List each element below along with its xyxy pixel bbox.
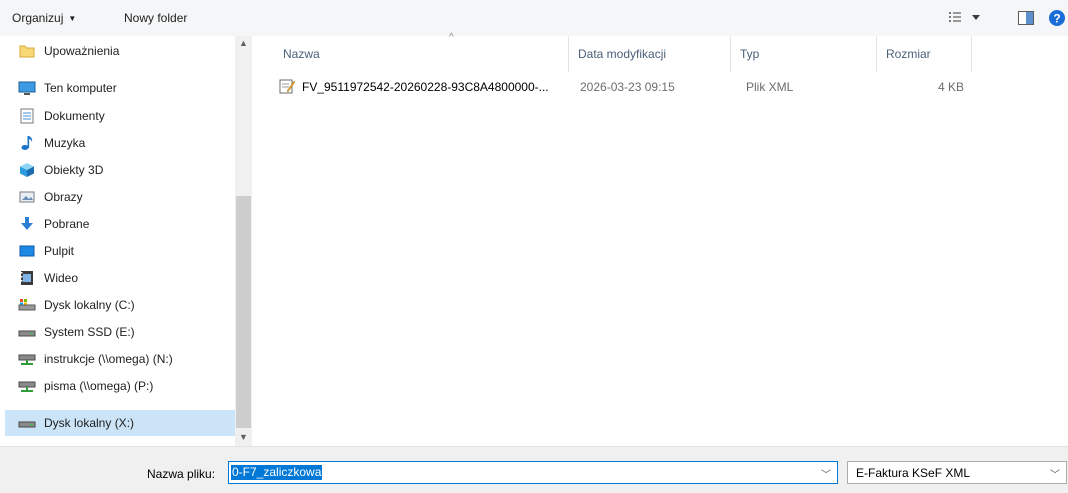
- nav-item-label: Pulpit: [44, 244, 75, 258]
- nav-item-obrazy[interactable]: Obrazy: [5, 184, 235, 210]
- organize-button[interactable]: Organizuj ▼: [12, 11, 76, 25]
- preview-pane-icon: [1018, 11, 1034, 25]
- preview-pane-button[interactable]: [1018, 11, 1034, 28]
- nav-item-wideo[interactable]: Wideo: [5, 265, 235, 291]
- nav-item-ten-komputer[interactable]: Ten komputer: [5, 75, 235, 101]
- nav-item-label: pisma (\\omega) (P:): [44, 379, 154, 393]
- column-header-size[interactable]: Rozmiar: [877, 36, 972, 72]
- download-icon: [18, 216, 36, 232]
- music-icon: [18, 135, 36, 151]
- nav-item-obiekty-3d[interactable]: Obiekty 3D: [5, 157, 235, 183]
- file-type: Plik XML: [746, 80, 794, 94]
- file-name-label: Nazwa pliku:: [147, 467, 216, 481]
- svg-text:?: ?: [1053, 12, 1060, 26]
- scrollbar-thumb[interactable]: [236, 196, 251, 428]
- nav-item-system-ssd[interactable]: System SSD (E:): [5, 319, 235, 345]
- file-name-bar: Nazwa pliku: 0-F7_zaliczkowa ﹀ E-Faktura…: [0, 446, 1068, 493]
- file-size: 4 KB: [937, 80, 964, 94]
- nav-item-label: Upoważnienia: [44, 44, 120, 58]
- file-type-select[interactable]: E-Faktura KSeF XML ﹀: [847, 461, 1067, 484]
- table-row[interactable]: FV_9511972542-20260228-93C8A4800000-... …: [274, 76, 974, 98]
- nav-item-dysk-x[interactable]: Dysk lokalny (X:): [5, 410, 236, 436]
- nav-item-upowaznienia[interactable]: Upoważnienia: [5, 38, 235, 64]
- xml-file-icon: [279, 78, 296, 97]
- file-name-value: 0-F7_zaliczkowa: [231, 465, 323, 480]
- drive-icon: [18, 415, 36, 431]
- scroll-up-icon[interactable]: ▲: [235, 38, 252, 48]
- nav-item-label: Muzyka: [44, 136, 86, 150]
- nav-item-label: Dysk lokalny (X:): [44, 416, 135, 430]
- nav-item-instrukcje[interactable]: instrukcje (\\omega) (N:): [5, 346, 235, 372]
- column-size-label: Rozmiar: [886, 47, 931, 61]
- video-icon: [18, 270, 36, 286]
- file-modified: 2026-03-23 09:15: [580, 80, 675, 94]
- file-name-input[interactable]: 0-F7_zaliczkowa ﹀: [228, 461, 838, 484]
- drive-icon: [18, 324, 36, 340]
- nav-item-dokumenty[interactable]: Dokumenty: [5, 103, 235, 129]
- system-drive-icon: [18, 297, 36, 313]
- nav-item-label: Dokumenty: [44, 109, 105, 123]
- nav-item-label: Obrazy: [44, 190, 83, 204]
- pictures-icon: [18, 189, 36, 205]
- column-header-name[interactable]: ^ Nazwa: [274, 32, 569, 72]
- organize-label: Organizuj: [12, 11, 64, 25]
- help-button[interactable]: ?: [1049, 10, 1065, 29]
- cube-icon: [18, 162, 36, 178]
- file-name: FV_9511972542-20260228-93C8A4800000-...: [302, 80, 549, 94]
- nav-item-label: Pobrane: [44, 217, 90, 231]
- column-name-label: Nazwa: [283, 47, 320, 61]
- toolbar: Organizuj ▼ Nowy folder ?: [0, 0, 1068, 37]
- column-header-type[interactable]: Typ: [731, 36, 877, 72]
- new-folder-button[interactable]: Nowy folder: [124, 11, 187, 25]
- document-icon: [18, 108, 36, 124]
- view-options-button[interactable]: [948, 9, 982, 28]
- navigation-pane: Upoważnienia Ten komputer Dokumenty Muzy…: [0, 36, 252, 446]
- file-list: ^ Nazwa Data modyfikacji Typ Rozmiar FV_…: [252, 32, 1068, 446]
- nav-item-pisma[interactable]: pisma (\\omega) (P:): [5, 373, 235, 399]
- help-icon: ?: [1049, 10, 1065, 26]
- chevron-down-icon[interactable]: ﹀: [821, 466, 831, 481]
- network-drive-icon: [18, 378, 36, 394]
- folder-icon: [18, 43, 36, 59]
- nav-item-dysk-c[interactable]: Dysk lokalny (C:): [5, 292, 235, 318]
- chevron-down-icon: ▼: [68, 14, 77, 23]
- computer-icon: [18, 80, 36, 96]
- column-header-modified[interactable]: Data modyfikacji: [569, 36, 731, 72]
- nav-item-label: instrukcje (\\omega) (N:): [44, 352, 173, 366]
- nav-item-label: Wideo: [44, 271, 79, 285]
- nav-item-label: Dysk lokalny (C:): [44, 298, 135, 312]
- nav-item-label: Obiekty 3D: [44, 163, 104, 177]
- nav-item-muzyka[interactable]: Muzyka: [5, 130, 235, 156]
- column-type-label: Typ: [740, 47, 760, 61]
- navigation-scrollbar[interactable]: ▲ ▼: [235, 36, 252, 446]
- view-list-icon: [949, 12, 980, 22]
- new-folder-label: Nowy folder: [124, 11, 188, 25]
- nav-item-pulpit[interactable]: Pulpit: [5, 238, 235, 264]
- network-drive-icon: [18, 351, 36, 367]
- file-type-value: E-Faktura KSeF XML: [856, 466, 971, 480]
- nav-item-pobrane[interactable]: Pobrane: [5, 211, 235, 237]
- column-modified-label: Data modyfikacji: [578, 47, 667, 61]
- sort-ascending-icon: ^: [449, 32, 454, 43]
- chevron-down-icon[interactable]: ﹀: [1050, 466, 1060, 481]
- nav-item-label: Ten komputer: [44, 81, 117, 95]
- desktop-icon: [18, 243, 36, 259]
- scroll-down-icon[interactable]: ▼: [235, 432, 252, 442]
- nav-item-label: System SSD (E:): [44, 325, 135, 339]
